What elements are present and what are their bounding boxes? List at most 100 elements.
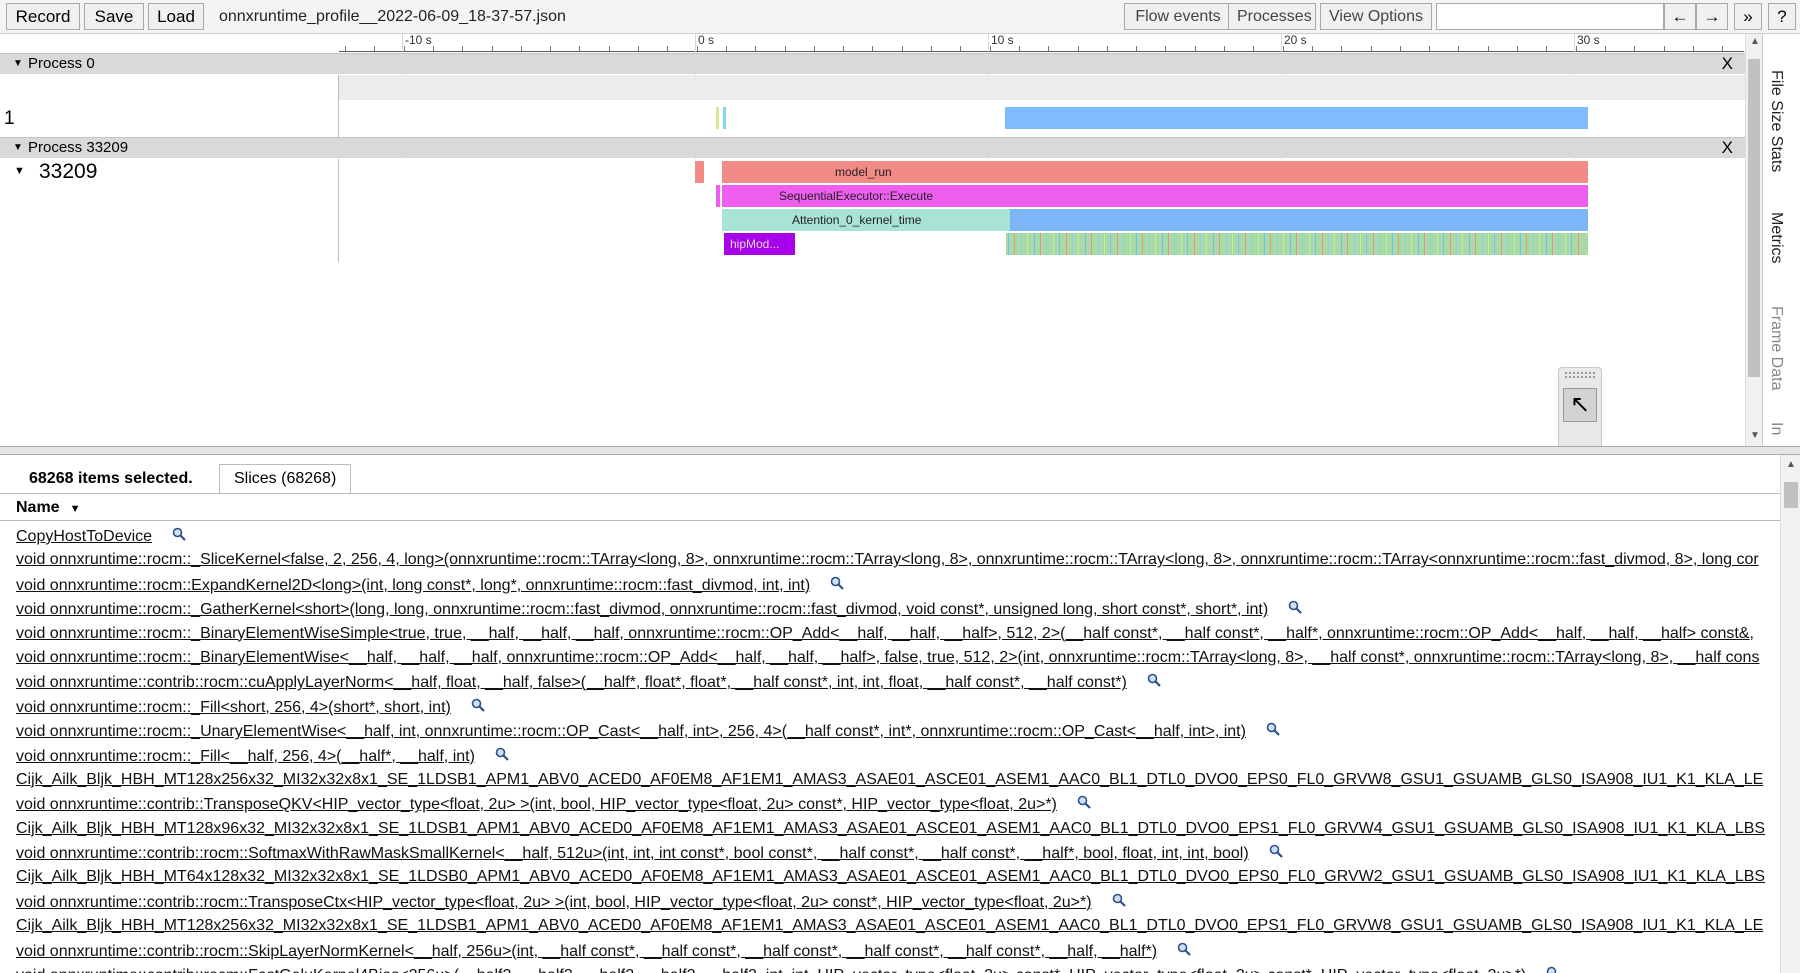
kernel-stripe[interactable] (1251, 233, 1253, 255)
kernel-stripe[interactable] (1334, 233, 1336, 255)
kernel-stripe[interactable] (1321, 233, 1323, 255)
kernel-stripe[interactable] (1072, 233, 1073, 255)
process-header[interactable]: ▼ Process 33209 X (0, 137, 1745, 158)
kernel-stripe[interactable] (1142, 233, 1144, 255)
kernel-stripe[interactable] (1436, 233, 1438, 255)
magnifier-icon[interactable] (1266, 719, 1280, 743)
magnifier-icon[interactable] (1546, 963, 1560, 973)
forward-icon[interactable]: → (1696, 3, 1728, 30)
trace-slice[interactable] (716, 185, 720, 207)
table-row[interactable]: Cijk_Ailk_Bljk_HBH_MT64x128x32_MI32x32x8… (0, 865, 1780, 889)
kernel-stripe[interactable] (1392, 233, 1393, 255)
close-process-button[interactable]: X (1722, 138, 1733, 158)
kernel-stripe[interactable] (1168, 233, 1169, 255)
sort-descending-icon[interactable]: ▼ (70, 503, 81, 515)
table-row[interactable]: CopyHostToDevice (0, 524, 1780, 548)
magnifier-icon[interactable] (1112, 890, 1126, 914)
magnifier-icon[interactable] (1077, 792, 1091, 816)
slice-name-link[interactable]: void onnxruntime::rocm::_SliceKernel<fal… (16, 551, 1759, 568)
slice-name-link[interactable]: Cijk_Ailk_Bljk_HBH_MT64x128x32_MI32x32x8… (16, 868, 1765, 885)
load-button[interactable]: Load (148, 3, 204, 30)
kernel-stripe[interactable] (1456, 233, 1457, 255)
kernel-stripe[interactable] (1008, 233, 1009, 255)
kernel-stripe[interactable] (1129, 233, 1131, 255)
kernel-stripe[interactable] (1020, 233, 1022, 255)
kernel-stripe[interactable] (1110, 233, 1112, 255)
table-row[interactable]: void onnxruntime::rocm::_Fill<short, 256… (0, 695, 1780, 719)
kernel-stripe[interactable] (1059, 233, 1061, 255)
kernel-stripe[interactable] (1244, 233, 1246, 255)
kernel-stripe[interactable] (1513, 233, 1515, 255)
more-icon[interactable]: » (1734, 3, 1762, 30)
table-row[interactable]: Cijk_Ailk_Bljk_HBH_MT128x256x32_MI32x32x… (0, 914, 1780, 938)
kernel-stripe[interactable] (1289, 233, 1291, 255)
kernel-stripe[interactable] (1500, 233, 1502, 255)
expand-triangle-icon[interactable]: ▼ (14, 165, 25, 177)
trace-slice[interactable] (1005, 107, 1588, 129)
kernel-stripe[interactable] (1424, 233, 1425, 255)
kernel-stripe[interactable] (1328, 233, 1329, 255)
file-size-stats-tab[interactable]: File Size Stats (1767, 70, 1785, 172)
save-button[interactable]: Save (84, 3, 144, 30)
table-row[interactable]: Cijk_Ailk_Bljk_HBH_MT128x256x32_MI32x32x… (0, 768, 1780, 792)
kernel-stripe[interactable] (1372, 233, 1374, 255)
search-input[interactable] (1436, 3, 1664, 30)
kernel-stripe[interactable] (1276, 233, 1278, 255)
magnifier-icon[interactable] (471, 695, 485, 719)
table-row[interactable]: void onnxruntime::contrib::rocm::SkipLay… (0, 939, 1780, 963)
kernel-stripe[interactable] (1257, 233, 1259, 255)
panel-resize-handle[interactable] (0, 446, 1800, 455)
kernel-stripe[interactable] (1507, 233, 1509, 255)
slice-name-link[interactable]: Cijk_Ailk_Bljk_HBH_MT128x96x32_MI32x32x8… (16, 820, 1765, 837)
slice-name-link[interactable]: void onnxruntime::rocm::_GatherKernel<sh… (16, 601, 1268, 618)
name-column-header[interactable]: Name ▼ (0, 495, 1780, 521)
kernel-stripe[interactable] (1539, 233, 1541, 255)
slice-name-link[interactable]: void onnxruntime::contrib::TransposeQKV<… (16, 796, 1057, 813)
kernel-stripe[interactable] (1417, 233, 1419, 255)
kernel-stripe[interactable] (1302, 233, 1304, 255)
drag-handle[interactable] (1565, 372, 1595, 378)
kernel-stripe[interactable] (1097, 233, 1099, 255)
kernel-stripe[interactable] (1219, 233, 1221, 255)
kernel-stripe[interactable] (1206, 233, 1208, 255)
table-row[interactable]: void onnxruntime::contrib::rocm::Softmax… (0, 841, 1780, 865)
collapse-triangle-icon[interactable]: ▼ (13, 138, 23, 158)
time-ruler[interactable]: -10 s 0 s 10 s 20 s 30 s (339, 34, 1744, 52)
magnifier-icon[interactable] (830, 573, 844, 597)
kernel-stripe[interactable] (1360, 233, 1361, 255)
magnifier-icon[interactable] (1147, 670, 1161, 694)
kernel-stripe[interactable] (1283, 233, 1285, 255)
kernel-stripe[interactable] (1052, 233, 1054, 255)
slice-name-link[interactable]: void onnxruntime::rocm::ExpandKernel2D<l… (16, 577, 810, 594)
process-header[interactable]: ▼ Process 0 X (0, 53, 1745, 74)
kernel-stripe[interactable] (1148, 233, 1150, 255)
slice-name-link[interactable]: Cijk_Ailk_Bljk_HBH_MT128x256x32_MI32x32x… (16, 771, 1763, 788)
kernel-stripe[interactable] (1443, 233, 1445, 255)
kernel-stripe[interactable] (1552, 233, 1553, 255)
kernel-stripe[interactable] (1558, 233, 1560, 255)
kernel-stripe[interactable] (1155, 233, 1157, 255)
help-button[interactable]: ? (1768, 3, 1796, 30)
slice-name-link[interactable]: void onnxruntime::contrib::rocm::cuApply… (16, 674, 1127, 691)
back-icon[interactable]: ← (1664, 3, 1696, 30)
metrics-tab[interactable]: Metrics (1767, 212, 1785, 264)
kernel-stripe[interactable] (1462, 233, 1464, 255)
slice-name-link[interactable]: void onnxruntime::contrib::rocm::Softmax… (16, 845, 1249, 862)
kernel-stripe[interactable] (1449, 233, 1451, 255)
table-row[interactable]: void onnxruntime::contrib::rocm::cuApply… (0, 670, 1780, 694)
kernel-stripe[interactable] (1200, 233, 1201, 255)
kernel-stripe[interactable] (1398, 233, 1400, 255)
tab-slices[interactable]: Slices (68268) (219, 464, 352, 493)
magnifier-icon[interactable] (1288, 597, 1302, 621)
kernel-stripe[interactable] (1481, 233, 1483, 255)
magnifier-icon[interactable] (1269, 841, 1283, 865)
view-options-button[interactable]: View Options (1320, 3, 1432, 30)
scroll-thumb[interactable] (1748, 59, 1760, 377)
kernel-stripe[interactable] (1065, 233, 1067, 255)
attention-kernel-slice[interactable]: Attention_0_kernel_time (722, 209, 1010, 231)
timeline-scrollbar[interactable]: ▲ ▼ (1745, 34, 1762, 446)
slice-name-link[interactable]: void onnxruntime::contrib::rocm::SkipLay… (16, 943, 1157, 960)
kernel-stripe[interactable] (1475, 233, 1477, 255)
kernel-stripe[interactable] (1404, 233, 1406, 255)
kernel-stripe[interactable] (1136, 233, 1137, 255)
